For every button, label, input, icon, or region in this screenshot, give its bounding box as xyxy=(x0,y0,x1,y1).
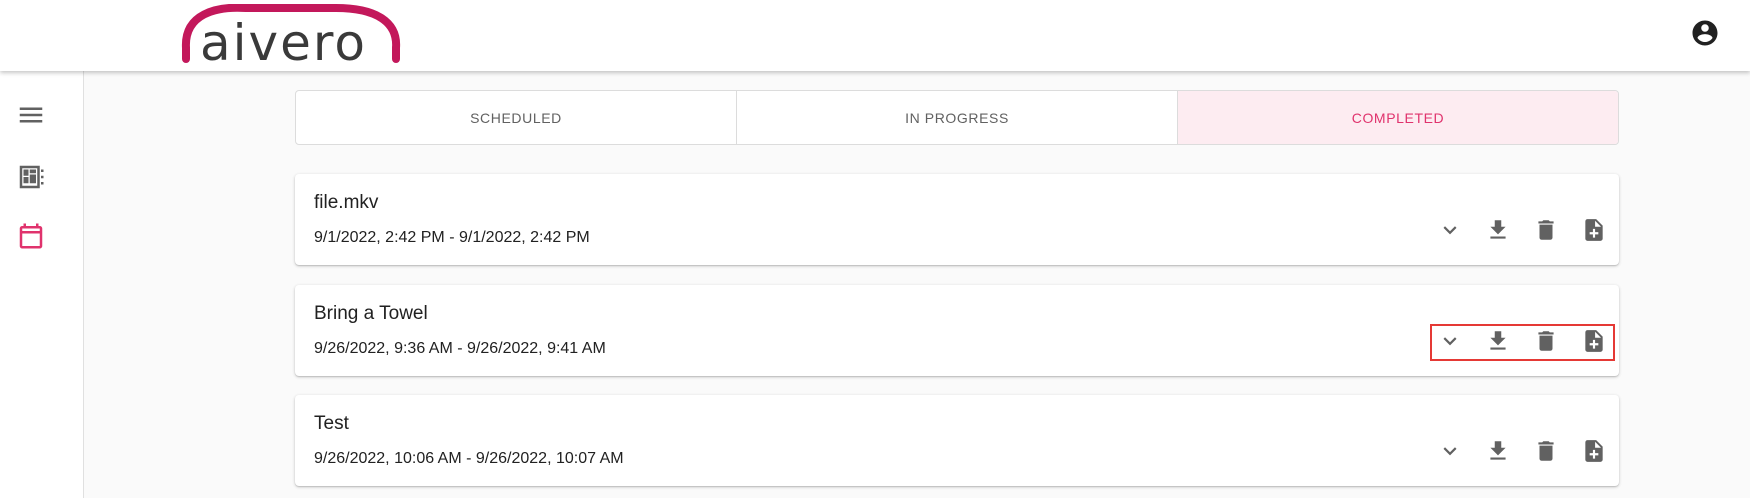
menu-icon[interactable] xyxy=(16,100,46,130)
job-card: Test 9/26/2022, 10:06 AM - 9/26/2022, 10… xyxy=(295,395,1619,486)
trash-icon xyxy=(1538,331,1554,351)
download-icon xyxy=(1490,220,1506,239)
note-add-icon xyxy=(1585,330,1603,352)
download-button[interactable] xyxy=(1482,325,1514,357)
job-actions xyxy=(1429,325,1612,361)
tab-completed[interactable]: COMPLETED xyxy=(1178,91,1618,144)
note-add-icon xyxy=(1585,440,1603,462)
add-file-button[interactable] xyxy=(1578,325,1610,357)
job-time-range: 9/26/2022, 9:36 AM - 9/26/2022, 9:41 AM xyxy=(314,340,606,357)
job-title: Test xyxy=(314,413,349,434)
tab-label: COMPLETED xyxy=(1351,109,1445,126)
delete-button[interactable] xyxy=(1530,435,1562,467)
tab-in-progress[interactable]: IN PROGRESS xyxy=(737,91,1178,144)
add-file-button[interactable] xyxy=(1578,435,1610,467)
expand-button[interactable] xyxy=(1434,214,1466,246)
tab-label: SCHEDULED xyxy=(470,109,562,126)
sidebar xyxy=(0,71,84,498)
download-button[interactable] xyxy=(1482,435,1514,467)
add-file-button[interactable] xyxy=(1578,214,1610,246)
trash-icon xyxy=(1538,441,1554,461)
job-actions xyxy=(1429,435,1612,471)
expand-button[interactable] xyxy=(1434,325,1466,357)
aivero-logo: aivero xyxy=(181,4,401,66)
tab-label: IN PROGRESS xyxy=(905,109,1009,126)
job-time-range: 9/1/2022, 2:42 PM - 9/1/2022, 2:42 PM xyxy=(314,229,590,246)
job-actions xyxy=(1429,214,1612,250)
expand-button[interactable] xyxy=(1434,435,1466,467)
job-card: file.mkv 9/1/2022, 2:42 PM - 9/1/2022, 2… xyxy=(295,174,1619,265)
calendar-icon[interactable] xyxy=(16,221,46,251)
download-icon xyxy=(1490,441,1506,460)
download-button[interactable] xyxy=(1482,214,1514,246)
download-icon xyxy=(1490,331,1506,350)
logo-text: aivero xyxy=(200,14,367,66)
note-add-icon xyxy=(1585,219,1603,241)
job-title: Bring a Towel xyxy=(314,303,428,324)
account-circle-icon[interactable] xyxy=(1690,18,1720,48)
job-card: Bring a Towel 9/26/2022, 9:36 AM - 9/26/… xyxy=(295,285,1619,376)
top-app-bar: aivero xyxy=(0,0,1750,71)
delete-button[interactable] xyxy=(1530,325,1562,357)
trash-icon xyxy=(1538,220,1554,240)
chevron-down-icon xyxy=(1443,226,1457,235)
chevron-down-icon xyxy=(1443,447,1457,456)
job-title: file.mkv xyxy=(314,192,379,213)
job-time-range: 9/26/2022, 10:06 AM - 9/26/2022, 10:07 A… xyxy=(314,450,624,467)
delete-button[interactable] xyxy=(1530,214,1562,246)
status-tabs: SCHEDULED IN PROGRESS COMPLETED xyxy=(295,90,1619,145)
dashboard-icon[interactable] xyxy=(16,162,46,192)
tab-scheduled[interactable]: SCHEDULED xyxy=(296,91,737,144)
chevron-down-icon xyxy=(1443,337,1457,346)
